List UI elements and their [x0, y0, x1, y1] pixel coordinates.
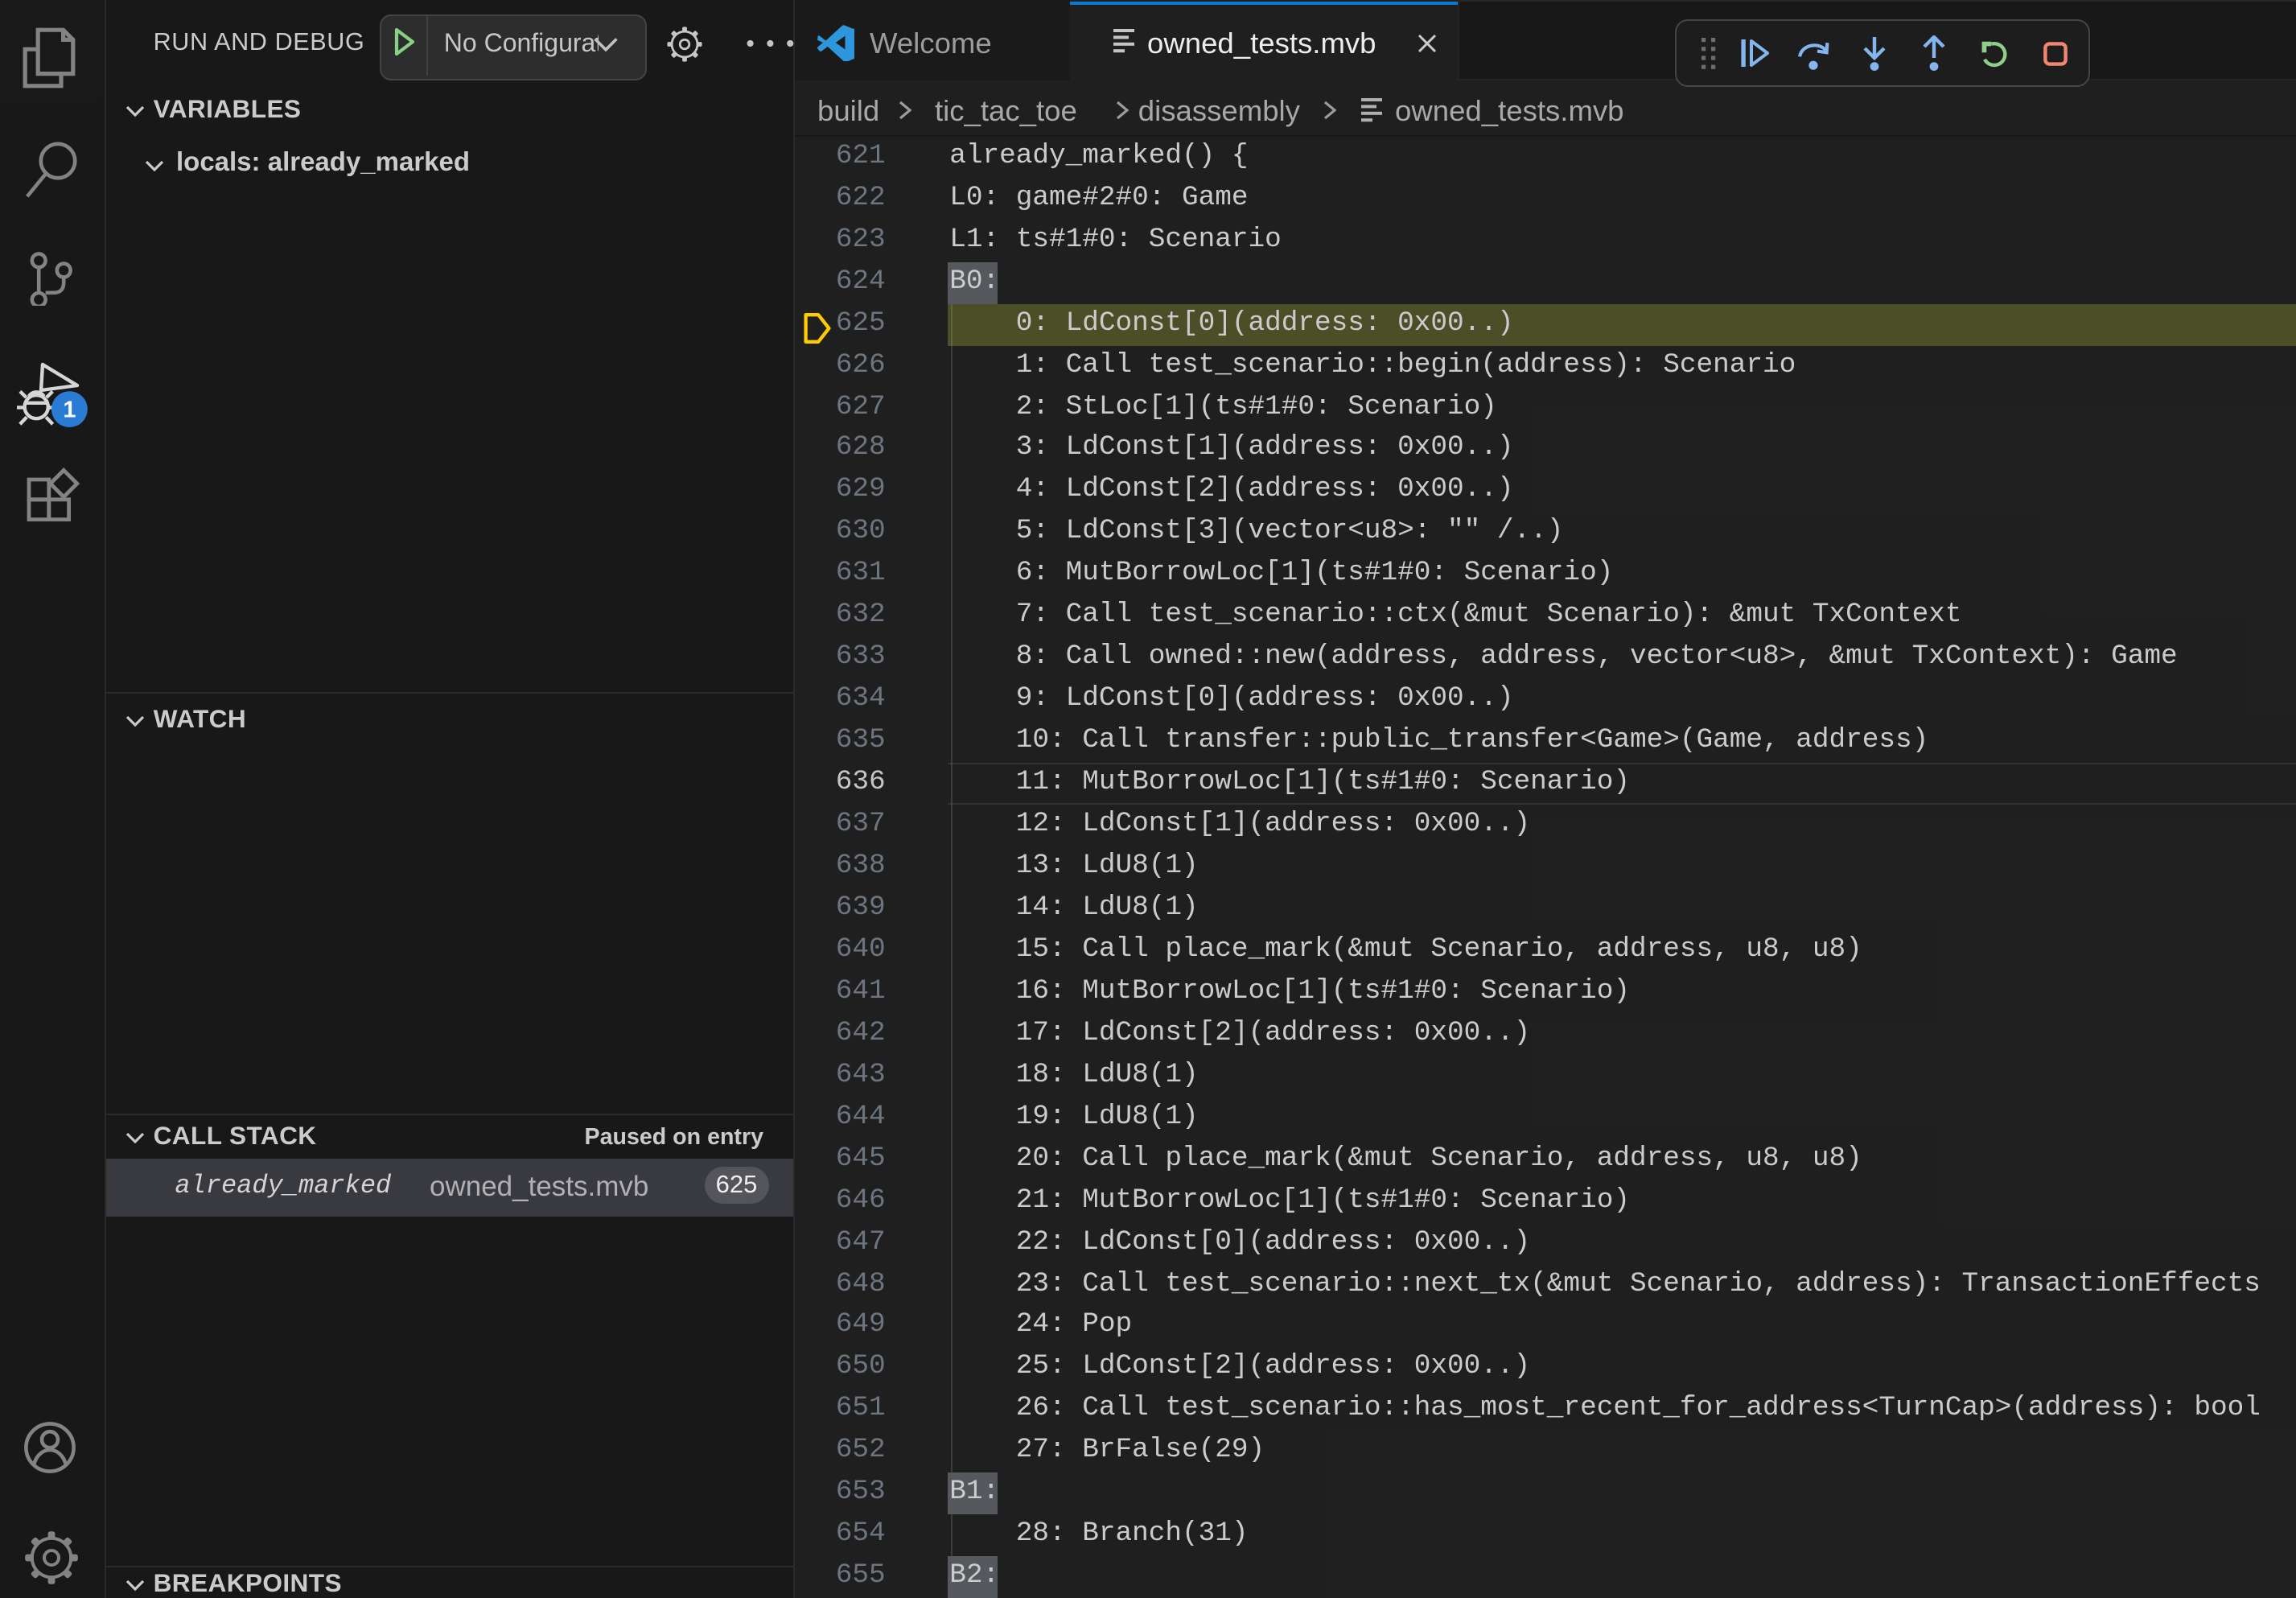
svg-text:1: 1: [63, 397, 76, 423]
